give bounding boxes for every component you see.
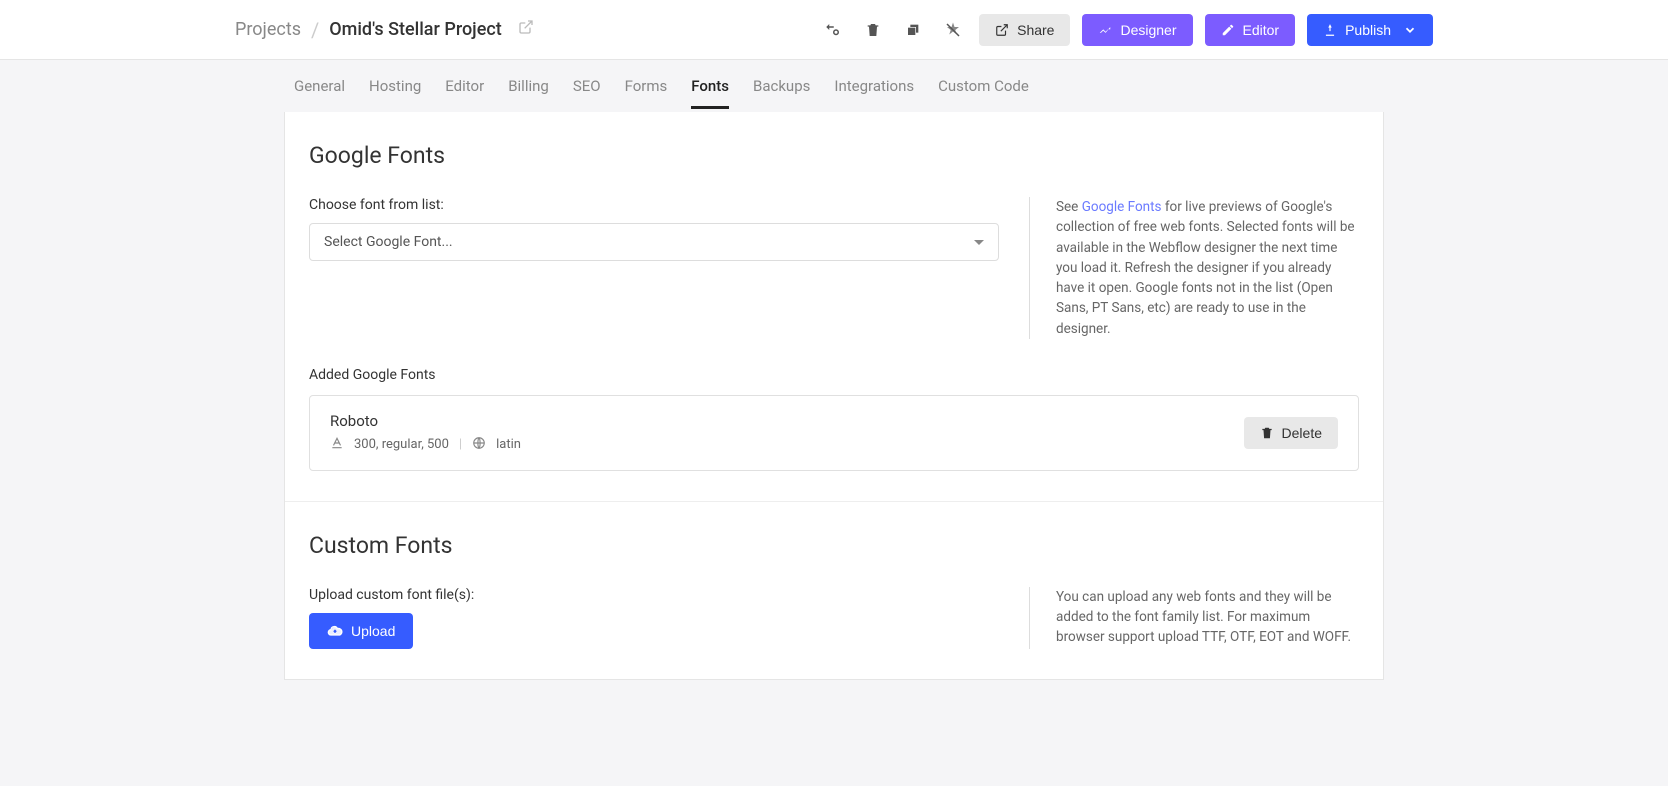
font-script: latin: [496, 437, 521, 452]
globe-icon: [472, 436, 486, 454]
custom-fonts-help: You can upload any web fonts and they wi…: [1029, 587, 1359, 649]
google-font-select[interactable]: Select Google Font...: [309, 223, 999, 261]
designer-label: Designer: [1120, 22, 1176, 38]
google-fonts-help: See Google Fonts for live previews of Go…: [1029, 197, 1359, 339]
publish-label: Publish: [1345, 22, 1391, 38]
publish-button[interactable]: Publish: [1307, 14, 1433, 46]
weights-icon: [330, 436, 344, 454]
open-external-icon[interactable]: [518, 19, 534, 40]
trash-icon[interactable]: [859, 16, 887, 44]
added-font-row: Roboto 300, regular, 500 | latin Delete: [309, 395, 1359, 471]
transfer-icon[interactable]: [819, 16, 847, 44]
google-fonts-section: Google Fonts Choose font from list: Sele…: [285, 112, 1383, 502]
tab-billing[interactable]: Billing: [508, 63, 549, 109]
custom-fonts-section: Custom Fonts Upload custom font file(s):…: [285, 502, 1383, 679]
breadcrumb-separator: /: [311, 18, 319, 42]
added-fonts-label: Added Google Fonts: [309, 367, 1359, 383]
breadcrumb-project: Omid's Stellar Project: [329, 19, 501, 40]
tab-backups[interactable]: Backups: [753, 63, 810, 109]
choose-font-label: Choose font from list:: [309, 197, 999, 213]
custom-help-text: You can upload any web fonts and they wi…: [1056, 589, 1351, 646]
tab-fonts[interactable]: Fonts: [691, 63, 729, 109]
select-placeholder: Select Google Font...: [324, 234, 453, 250]
top-bar: Projects / Omid's Stellar Project Share …: [0, 0, 1668, 60]
unpublish-icon[interactable]: [939, 16, 967, 44]
chevron-down-icon: [1403, 23, 1417, 37]
designer-button[interactable]: Designer: [1082, 14, 1192, 46]
google-fonts-link[interactable]: Google Fonts: [1082, 199, 1162, 215]
editor-button[interactable]: Editor: [1205, 14, 1296, 46]
tab-integrations[interactable]: Integrations: [834, 63, 914, 109]
share-label: Share: [1017, 22, 1054, 38]
breadcrumb: Projects / Omid's Stellar Project: [235, 18, 534, 42]
tab-seo[interactable]: SEO: [573, 63, 601, 109]
delete-label: Delete: [1282, 425, 1322, 441]
delete-font-button[interactable]: Delete: [1244, 417, 1338, 449]
tab-editor[interactable]: Editor: [445, 63, 484, 109]
google-fonts-heading: Google Fonts: [309, 142, 1359, 169]
duplicate-icon[interactable]: [899, 16, 927, 44]
breadcrumb-root[interactable]: Projects: [235, 19, 301, 40]
editor-label: Editor: [1243, 22, 1280, 38]
dropdown-caret-icon: [974, 240, 984, 245]
help-text: See: [1056, 199, 1082, 215]
tab-custom-code[interactable]: Custom Code: [938, 63, 1029, 109]
share-button[interactable]: Share: [979, 14, 1070, 46]
meta-divider: |: [459, 437, 462, 452]
tab-general[interactable]: General: [294, 63, 345, 109]
tab-forms[interactable]: Forms: [625, 63, 668, 109]
help-text-suffix: for live previews of Google's collection…: [1056, 199, 1355, 337]
upload-font-label: Upload custom font file(s):: [309, 587, 999, 603]
upload-button[interactable]: Upload: [309, 613, 413, 649]
upload-button-label: Upload: [351, 623, 395, 639]
settings-tabs: General Hosting Editor Billing SEO Forms…: [284, 60, 1384, 112]
settings-panel: Google Fonts Choose font from list: Sele…: [284, 112, 1384, 680]
custom-fonts-heading: Custom Fonts: [309, 532, 1359, 559]
tab-hosting[interactable]: Hosting: [369, 63, 421, 109]
font-name: Roboto: [330, 412, 521, 430]
top-actions: Share Designer Editor Publish: [819, 14, 1433, 46]
font-weights: 300, regular, 500: [354, 437, 449, 452]
